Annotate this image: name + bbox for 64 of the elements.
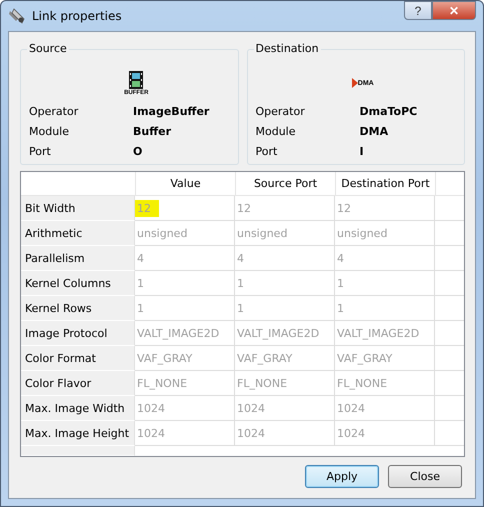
row-header: Kernel Rows [21, 296, 135, 321]
row-header: Arithmetic [21, 221, 135, 246]
table-cell: 1024 [135, 421, 235, 446]
table-cell: 1024 [335, 421, 435, 446]
table-cell: 1 [135, 296, 235, 321]
field-label: Port [256, 144, 278, 160]
row-header: Bit Width [21, 196, 135, 221]
row-header: Parallelism [21, 246, 135, 271]
table-cell: 1 [335, 296, 435, 321]
row-header: Max. Image Width [21, 396, 135, 421]
table-cell: 4 [335, 246, 435, 271]
help-button[interactable]: ? [404, 1, 432, 20]
field-value: DmaToPC [360, 104, 418, 120]
field-label: Operator [29, 104, 80, 120]
table-cell: 1 [235, 271, 335, 296]
tools-icon [8, 7, 26, 25]
column-header: Destination Port [336, 172, 436, 196]
table-cell: 1 [135, 271, 235, 296]
table-cell: VALT_IMAGE2D [235, 321, 335, 346]
table-cell: unsigned [335, 221, 435, 246]
table-cell: FL_NONE [335, 371, 435, 396]
field-value: Buffer [133, 124, 172, 140]
table-cell: 1024 [335, 396, 435, 421]
table-cell: 12 [235, 196, 335, 221]
field-value: DMA [360, 124, 390, 140]
table-cell: VALT_IMAGE2D [335, 321, 435, 346]
table-cell: 4 [235, 246, 335, 271]
table-cell: 12 [335, 196, 435, 221]
table-cell: VAF_GRAY [235, 346, 335, 371]
group-title: Destination [254, 42, 321, 55]
table-cell: FL_NONE [135, 371, 235, 396]
table-cell: VAF_GRAY [335, 346, 435, 371]
table-cell: VALT_IMAGE2D [135, 321, 235, 346]
triangle-icon [352, 78, 358, 88]
apply-button[interactable]: Apply [305, 465, 379, 488]
row-header: Max. Image Height [21, 421, 135, 446]
close-button[interactable]: Close [388, 465, 462, 488]
field-label: Port [29, 144, 52, 160]
row-header: Kernel Columns [21, 271, 135, 296]
table-cell: 1 [235, 296, 335, 321]
column-header: Value [136, 172, 236, 196]
field-label: Module [29, 124, 70, 140]
table-cell: unsigned [135, 221, 235, 246]
table-cell: VAF_GRAY [135, 346, 235, 371]
window-title: Link properties [32, 9, 122, 23]
table-cell: 1024 [235, 421, 335, 446]
group-title: Source [27, 42, 69, 55]
field-label: Module [256, 124, 296, 140]
row-header: Color Flavor [21, 371, 135, 396]
table-cell: 1024 [235, 396, 335, 421]
table-cell: 1024 [135, 396, 235, 421]
field-value: ImageBuffer [133, 104, 210, 120]
table-cell: unsigned [235, 221, 335, 246]
row-header: Color Format [21, 346, 135, 371]
row-header: Image Protocol [21, 321, 135, 346]
table-cell: 12 [135, 196, 235, 221]
table-cell: FL_NONE [235, 371, 335, 396]
field-value: O [133, 144, 144, 160]
table-cell: 1 [335, 271, 435, 296]
film-icon [129, 70, 144, 88]
table-cell: 4 [135, 246, 235, 271]
column-header: Source Port [236, 172, 336, 196]
field-value: I [360, 144, 365, 160]
field-label: Operator [256, 104, 306, 120]
